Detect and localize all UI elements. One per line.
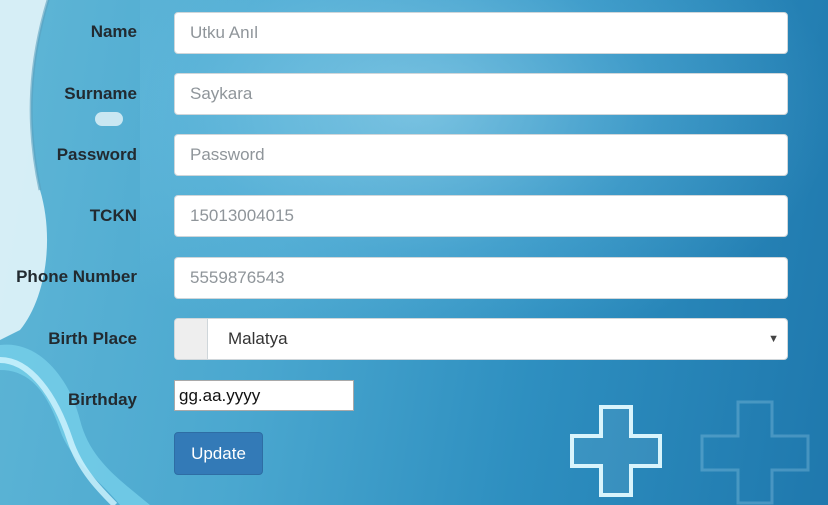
password-label: Password [56, 145, 137, 164]
phone-field[interactable]: 5559876543 [174, 257, 788, 299]
birth-place-select[interactable]: Malatya ▼ [174, 318, 788, 360]
medical-cross-icon [700, 400, 810, 505]
background-glow [140, 0, 828, 360]
birthday-label: Birthday [68, 390, 137, 409]
surname-field[interactable]: Saykara [174, 73, 788, 115]
name-label: Name [90, 22, 137, 41]
tckn-label: TCKN [89, 206, 137, 225]
password-field[interactable]: Password [174, 134, 788, 176]
medical-cross-icon [570, 405, 662, 497]
birth-place-value: Malatya [228, 329, 288, 348]
phone-label: Phone Number [16, 267, 137, 286]
select-addon [175, 319, 208, 359]
registration-page: Name Utku Anıl Surname Saykara Password … [0, 0, 828, 505]
surname-label: Surname [64, 84, 137, 103]
name-field[interactable]: Utku Anıl [174, 12, 788, 54]
caret-down-icon[interactable]: ▼ [768, 319, 779, 359]
tckn-field[interactable]: 15013004015 [174, 195, 788, 237]
update-button[interactable]: Update [174, 432, 263, 475]
birth-place-label: Birth Place [48, 329, 137, 348]
birthday-field[interactable]: gg.aa.yyyy [174, 380, 354, 411]
stethoscope-icon [0, 0, 150, 505]
